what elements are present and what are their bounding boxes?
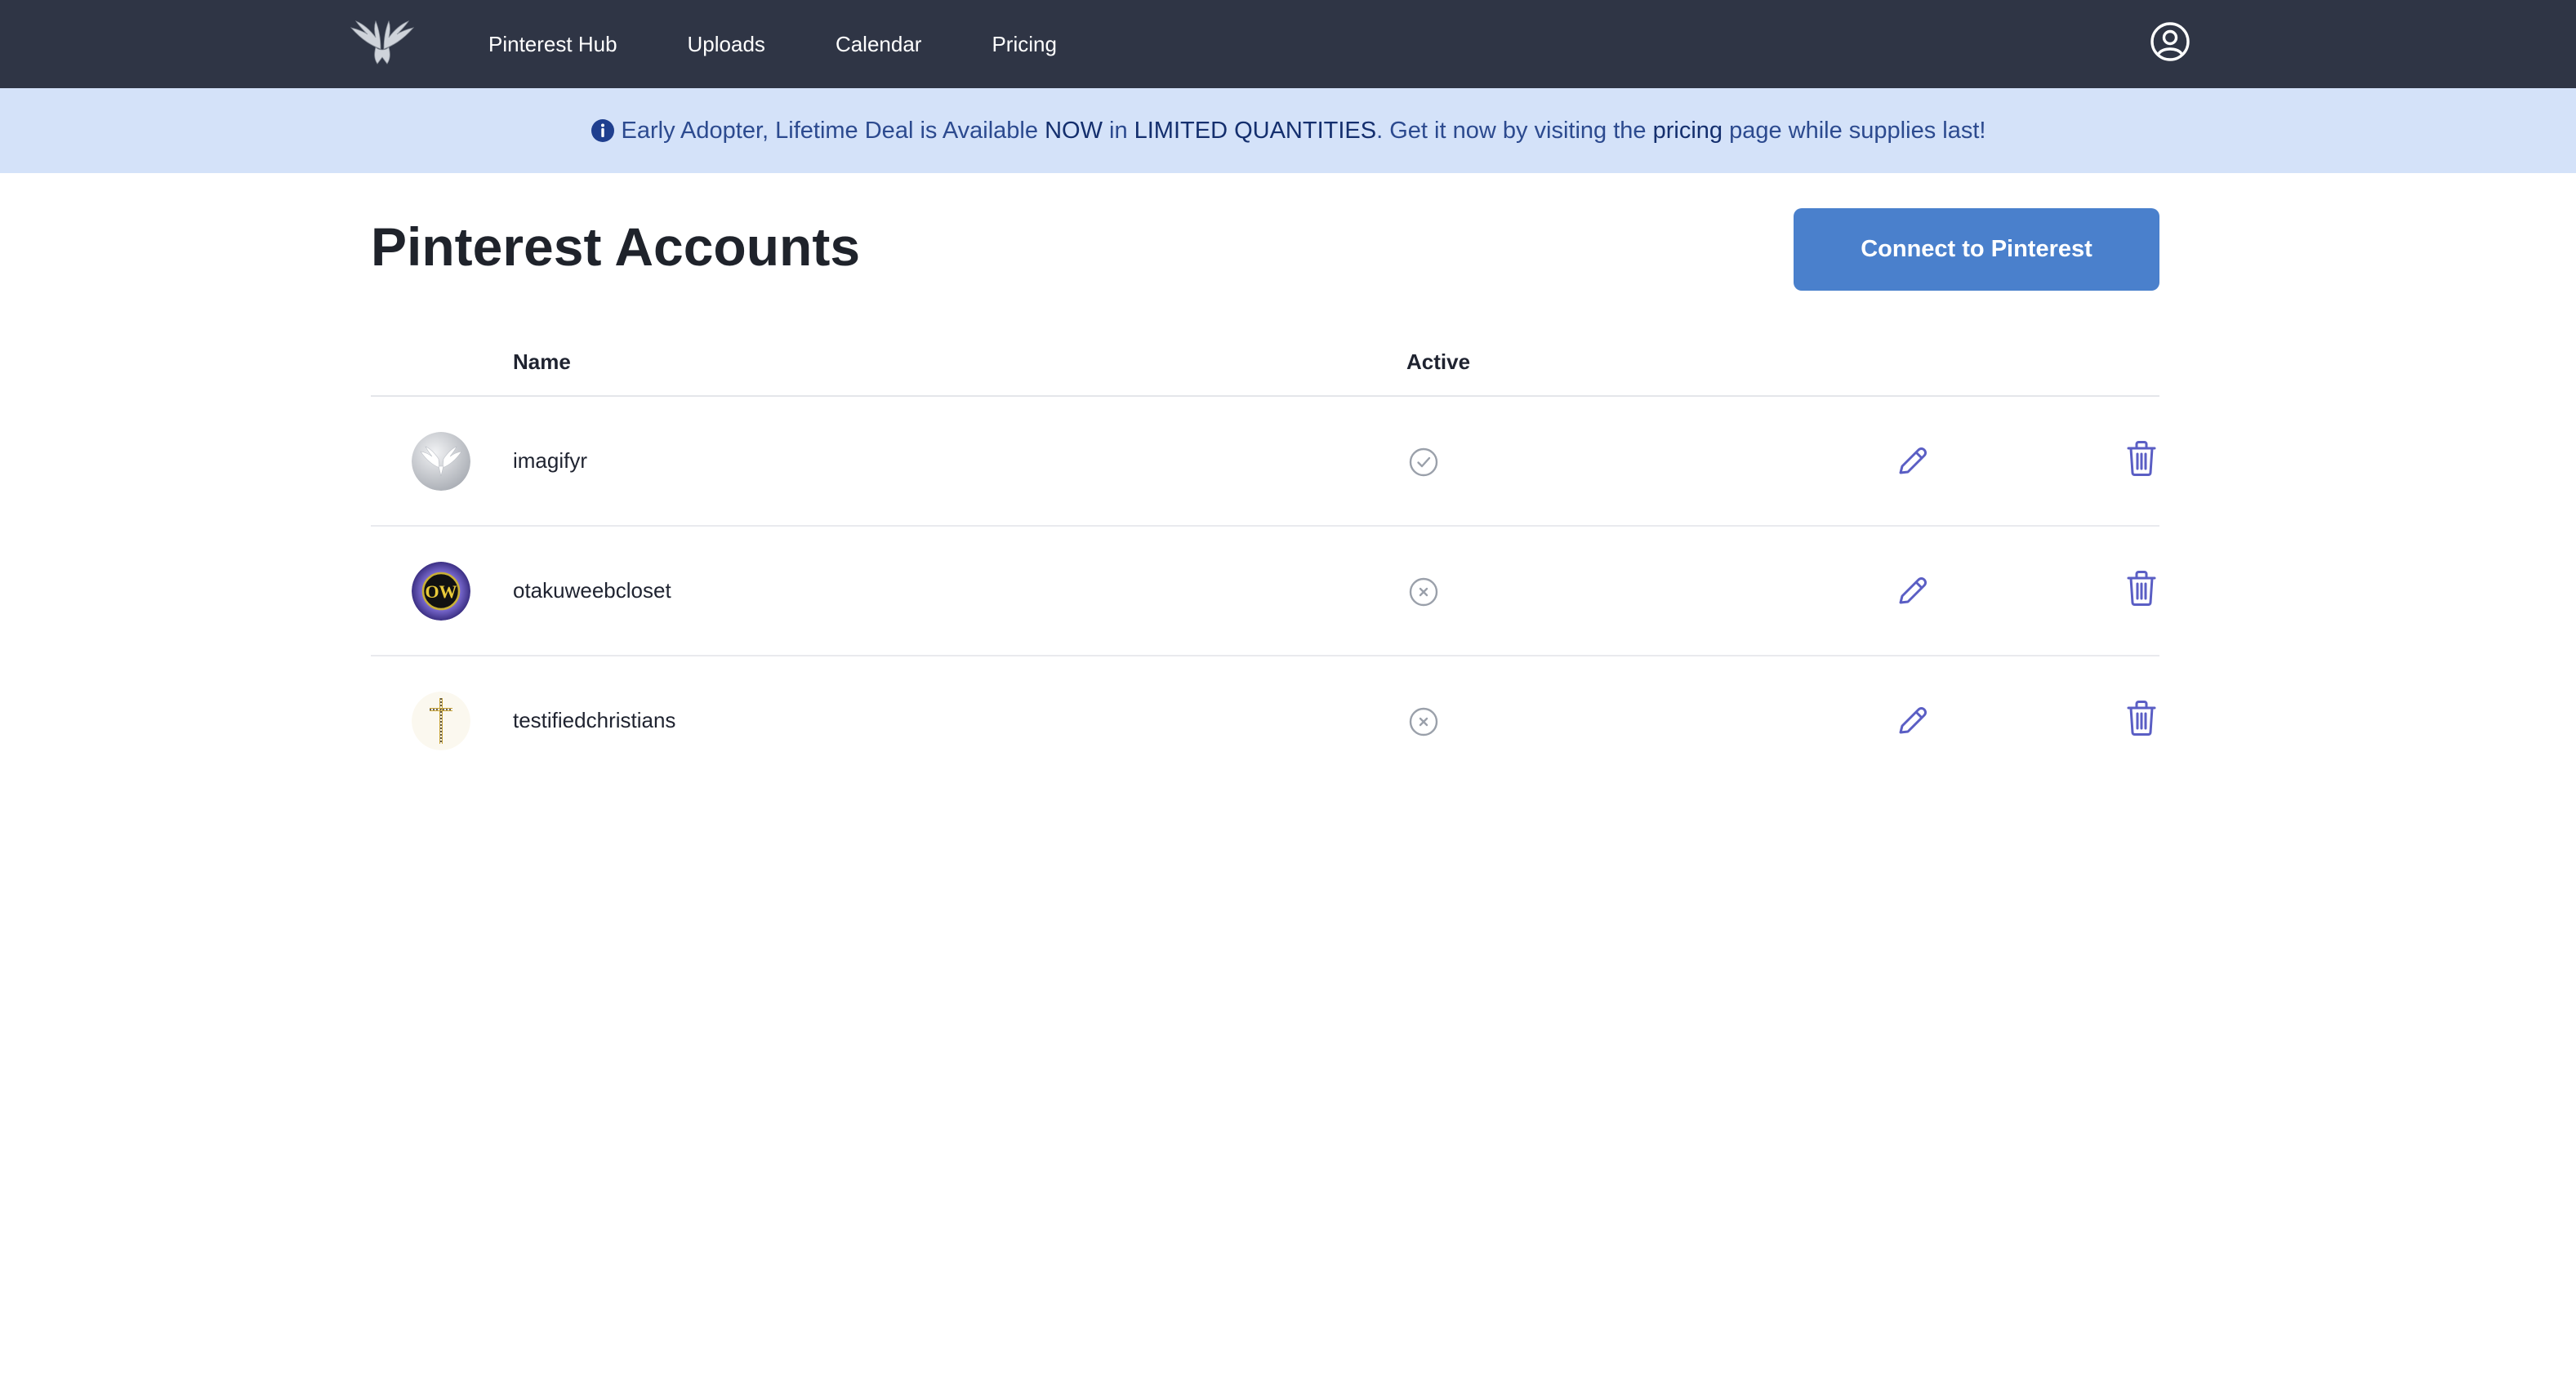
banner-text: in — [1102, 117, 1134, 144]
winged-logo[interactable] — [343, 16, 421, 69]
edit-pencil-icon[interactable] — [1893, 702, 1931, 740]
user-circle-icon[interactable] — [2150, 21, 2190, 62]
trash-icon[interactable] — [2125, 699, 2158, 736]
column-header-active: Active — [1406, 349, 1471, 374]
account-name: testifiedchristians — [513, 708, 676, 732]
trash-icon[interactable] — [2125, 439, 2158, 477]
avatar — [412, 692, 470, 750]
nav-link-calendar[interactable]: Calendar — [836, 32, 922, 57]
avatar: OW — [412, 562, 470, 621]
promo-banner: Early Adopter, Lifetime Deal is Availabl… — [0, 88, 2576, 173]
accounts-table: Name Active imagifyr OW otakuweebcloset … — [371, 327, 2159, 786]
banner-limited-text: LIMITED QUANTITIES — [1134, 117, 1377, 144]
nav-link-pinterest-hub[interactable]: Pinterest Hub — [488, 32, 617, 57]
account-name: otakuweebcloset — [513, 578, 671, 603]
avatar — [412, 432, 470, 491]
edit-pencil-icon[interactable] — [1893, 443, 1931, 480]
banner-pricing-link[interactable]: pricing — [1653, 118, 1723, 145]
table-row: imagifyr — [371, 397, 2159, 527]
banner-text: page while supplies last! — [1723, 117, 1986, 144]
banner-text: Early Adopter, Lifetime Deal is Availabl… — [621, 117, 1045, 144]
connect-to-pinterest-button[interactable]: Connect to Pinterest — [1794, 208, 2159, 291]
cross-avatar-icon — [412, 692, 470, 750]
nav-links: Pinterest Hub Uploads Calendar Pricing — [488, 0, 1127, 88]
trash-icon[interactable] — [2125, 569, 2158, 607]
svg-text:OW: OW — [425, 581, 457, 602]
table-row: testifiedchristians — [371, 656, 2159, 786]
banner-text: . Get it now by visiting the — [1376, 117, 1653, 144]
top-navbar: Pinterest Hub Uploads Calendar Pricing — [0, 0, 2576, 88]
check-circle-icon — [1408, 447, 1439, 478]
winged-avatar-icon — [412, 432, 470, 491]
x-circle-icon — [1408, 706, 1439, 737]
ow-avatar-icon: OW — [412, 562, 470, 621]
info-icon — [591, 118, 615, 143]
nav-link-pricing[interactable]: Pricing — [992, 32, 1056, 57]
column-header-name: Name — [513, 349, 571, 374]
page-title: Pinterest Accounts — [371, 216, 861, 277]
table-row: OW otakuweebcloset — [371, 527, 2159, 656]
nav-link-uploads[interactable]: Uploads — [688, 32, 765, 57]
account-name: imagifyr — [513, 448, 588, 473]
banner-now-text: NOW — [1045, 117, 1103, 144]
edit-pencil-icon[interactable] — [1893, 572, 1931, 610]
x-circle-icon — [1408, 576, 1439, 607]
table-header: Name Active — [371, 327, 2159, 397]
